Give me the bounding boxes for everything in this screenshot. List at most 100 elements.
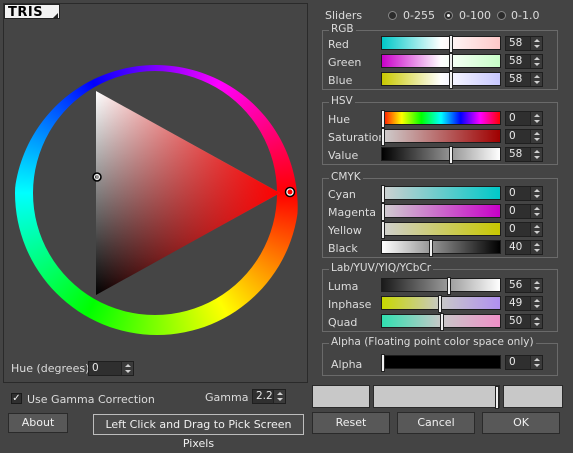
spinner-arrows-icon[interactable]: [530, 356, 542, 369]
value-slider-track[interactable]: [381, 147, 501, 161]
alpha-label: Alpha: [331, 358, 363, 371]
about-button[interactable]: About: [8, 413, 68, 433]
spinner-arrows-icon[interactable]: [530, 73, 542, 86]
spinner-arrows-icon[interactable]: [530, 112, 542, 125]
spinner-arrows-icon[interactable]: [530, 148, 542, 161]
quad-spinner[interactable]: 50: [505, 314, 543, 329]
hue-slider-thumb[interactable]: [381, 110, 385, 128]
hue-ring-handle-inner: [287, 189, 293, 195]
spinner-arrows-icon[interactable]: [530, 187, 542, 200]
spinner-arrows-icon[interactable]: [530, 279, 542, 292]
gamma-spinner[interactable]: 2.2: [252, 389, 286, 404]
hue-slider-track[interactable]: [381, 111, 501, 125]
cancel-button[interactable]: Cancel: [397, 412, 475, 434]
radio-0-1[interactable]: [497, 11, 506, 20]
black-spinner[interactable]: 40: [505, 240, 543, 255]
saturation-slider-track[interactable]: [381, 129, 501, 143]
alpha-spinner[interactable]: 0: [505, 355, 543, 370]
gamma-checkbox-label[interactable]: Use Gamma Correction: [27, 393, 155, 406]
cyan-value: 0: [509, 187, 516, 199]
inphase-spinner[interactable]: 49: [505, 296, 543, 311]
green-slider-track[interactable]: [381, 54, 501, 68]
spinner-arrows-icon[interactable]: [530, 37, 542, 50]
blue-slider-thumb[interactable]: [449, 71, 453, 89]
green-spinner[interactable]: 58: [505, 54, 543, 69]
red-slider-track[interactable]: [381, 36, 501, 50]
black-slider-thumb[interactable]: [429, 239, 433, 257]
red-slider-thumb[interactable]: [449, 35, 453, 53]
swatch-divider-handle[interactable]: [495, 386, 499, 409]
cyan-slider-thumb[interactable]: [381, 185, 385, 203]
value-slider-thumb[interactable]: [449, 146, 453, 164]
new-color-swatch[interactable]: [503, 385, 563, 408]
alpha-value: 0: [509, 356, 516, 368]
radio-0-100[interactable]: [444, 11, 453, 20]
saturation-spinner[interactable]: 0: [505, 129, 543, 144]
cyan-spinner[interactable]: 0: [505, 186, 543, 201]
alpha-group-title: Alpha (Floating point color space only): [329, 336, 536, 348]
magenta-spinner[interactable]: 0: [505, 204, 543, 219]
value-spinner[interactable]: 58: [505, 147, 543, 162]
hsv-group-title: HSV: [329, 95, 355, 107]
original-color-swatch[interactable]: [312, 385, 370, 408]
spinner-arrows-icon[interactable]: [273, 390, 285, 403]
spinner-arrows-icon[interactable]: [121, 362, 133, 375]
yellow-slider-thumb[interactable]: [381, 221, 385, 239]
saturation-label: Saturation: [328, 131, 386, 144]
value-value: 58: [509, 148, 523, 160]
spinner-arrows-icon[interactable]: [530, 241, 542, 254]
quad-slider-thumb[interactable]: [440, 313, 444, 331]
luma-slider-thumb[interactable]: [447, 277, 451, 295]
radio-0-1-label[interactable]: 0-1.0: [511, 9, 539, 22]
magenta-label: Magenta: [328, 206, 377, 219]
blue-spinner[interactable]: 58: [505, 72, 543, 87]
green-value: 58: [509, 55, 523, 67]
rgb-group-title: RGB: [329, 23, 356, 35]
alpha-slider-track[interactable]: [381, 355, 501, 369]
quad-value: 50: [509, 315, 523, 327]
spinner-arrows-icon[interactable]: [530, 205, 542, 218]
current-color-swatch[interactable]: [373, 385, 500, 408]
hue-spinner[interactable]: 0: [505, 111, 543, 126]
saturation-value-triangle[interactable]: [96, 91, 280, 295]
black-slider-track[interactable]: [381, 240, 501, 254]
ok-button[interactable]: OK: [482, 412, 560, 434]
inphase-label: Inphase: [328, 298, 372, 311]
checkmark-icon: ✓: [12, 393, 21, 404]
radio-0-255-label[interactable]: 0-255: [403, 9, 435, 22]
hue-label: Hue: [328, 113, 351, 126]
spinner-arrows-icon[interactable]: [530, 223, 542, 236]
yellow-spinner[interactable]: 0: [505, 222, 543, 237]
yellow-slider-track[interactable]: [381, 222, 501, 236]
radio-0-255[interactable]: [388, 11, 397, 20]
luma-spinner[interactable]: 56: [505, 278, 543, 293]
spinner-arrows-icon[interactable]: [530, 55, 542, 68]
alpha-slider-thumb[interactable]: [381, 354, 385, 372]
radio-0-100-label[interactable]: 0-100: [459, 9, 491, 22]
quad-label: Quad: [328, 316, 358, 329]
pick-screen-pixels-button[interactable]: Left Click and Drag to Pick Screen Pixel…: [93, 414, 304, 450]
luma-label: Luma: [328, 280, 359, 293]
inphase-slider-thumb[interactable]: [438, 295, 442, 313]
black-value: 40: [509, 241, 523, 253]
magenta-slider-thumb[interactable]: [381, 203, 385, 221]
blue-slider-track[interactable]: [381, 72, 501, 86]
magenta-slider-track[interactable]: [381, 204, 501, 218]
gamma-checkbox[interactable]: ✓: [11, 393, 22, 404]
red-value: 58: [509, 37, 523, 49]
red-spinner[interactable]: 58: [505, 36, 543, 51]
reset-button[interactable]: Reset: [312, 412, 390, 434]
spinner-arrows-icon[interactable]: [530, 130, 542, 143]
value-label: Value: [328, 149, 359, 162]
color-picker-svg[interactable]: [0, 0, 310, 385]
spinner-arrows-icon[interactable]: [530, 315, 542, 328]
spinner-arrows-icon[interactable]: [530, 297, 542, 310]
hue-degrees-spinner[interactable]: 0: [88, 361, 134, 376]
blue-value: 58: [509, 73, 523, 85]
saturation-slider-thumb[interactable]: [381, 128, 385, 146]
green-slider-thumb[interactable]: [449, 53, 453, 71]
cyan-slider-track[interactable]: [381, 186, 501, 200]
hue-degrees-value: 0: [92, 362, 99, 374]
luma-slider-track[interactable]: [381, 278, 501, 292]
cyan-label: Cyan: [328, 188, 356, 201]
